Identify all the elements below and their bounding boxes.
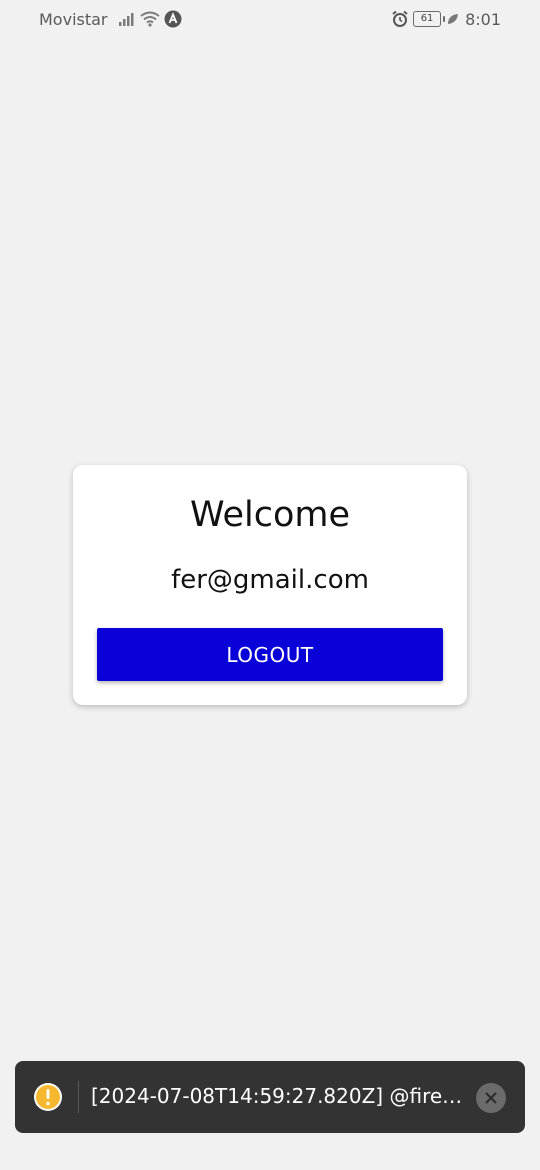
- warning-icon: [33, 1082, 63, 1112]
- status-right: 61 8:01: [391, 8, 501, 30]
- toast-message[interactable]: [2024-07-08T14:59:27.820Z] @firebase/aut…: [91, 1084, 469, 1112]
- battery-icon: 61: [413, 11, 446, 27]
- welcome-title: Welcome: [189, 495, 351, 535]
- toast-divider: [78, 1081, 79, 1113]
- signal-icon: [118, 12, 136, 26]
- app-notification-icon: [164, 10, 182, 28]
- wifi-icon: [139, 11, 160, 27]
- status-left: Movistar: [39, 8, 186, 30]
- leaf-icon: [447, 13, 459, 25]
- logout-button[interactable]: LOGOUT: [97, 628, 443, 681]
- clock: 8:01: [465, 9, 501, 29]
- alarm-icon: [391, 10, 409, 28]
- user-email: fer@gmail.com: [171, 565, 369, 595]
- carrier-name: Movistar: [39, 9, 108, 29]
- status-bar: Movistar 61 8:01: [0, 0, 540, 38]
- welcome-card: Welcome fer@gmail.com LOGOUT: [73, 465, 467, 705]
- warning-toast[interactable]: [2024-07-08T14:59:27.820Z] @firebase/aut…: [15, 1061, 525, 1133]
- close-icon[interactable]: [476, 1083, 506, 1113]
